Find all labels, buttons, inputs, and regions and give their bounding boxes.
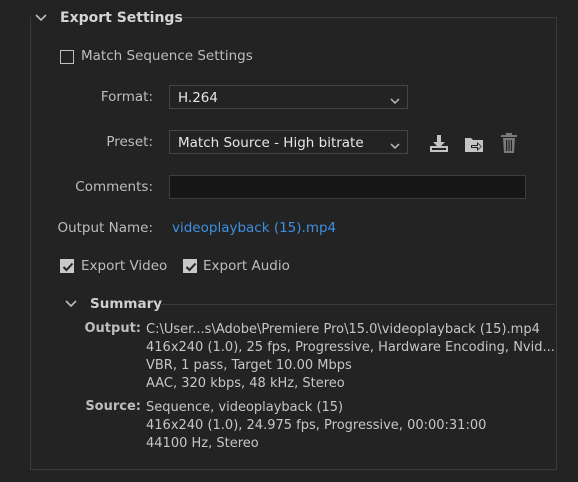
preset-dropdown[interactable]: Match Source - High bitrate (169, 130, 408, 154)
summary-source-line: 416x240 (1.0), 24.975 fps, Progressive, … (146, 418, 487, 433)
summary-divider (160, 304, 555, 305)
summary-output-line: AAC, 320 kbps, 48 kHz, Stereo (146, 376, 345, 391)
header-divider (170, 17, 556, 18)
download-tray-icon[interactable] (428, 132, 450, 154)
trash-icon[interactable] (498, 132, 520, 154)
summary-source-line: Sequence, videoplayback (15) (146, 400, 344, 415)
comments-input[interactable] (169, 175, 526, 199)
summary-collapse-chevron-icon[interactable] (64, 297, 78, 311)
export-audio-label: Export Audio (203, 258, 290, 274)
summary-source-label: Source: (85, 399, 141, 414)
preset-value: Match Source - High bitrate (178, 135, 364, 151)
summary-output-label: Output: (84, 321, 142, 336)
preset-label: Preset: (106, 134, 153, 150)
summary-output-line: C:\User...s\Adobe\Premiere Pro\15.0\vide… (146, 322, 540, 337)
summary-source-line: 44100 Hz, Stereo (146, 436, 259, 451)
chevron-down-icon (389, 137, 401, 156)
summary-output-block: C:\User...s\Adobe\Premiere Pro\15.0\vide… (146, 321, 555, 393)
chevron-down-icon (389, 92, 401, 111)
comments-label: Comments: (75, 179, 153, 195)
format-value: H.264 (178, 90, 218, 106)
match-sequence-checkbox[interactable] (60, 50, 74, 64)
summary-output-line: 416x240 (1.0), 25 fps, Progressive, Hard… (146, 340, 555, 355)
summary-source-block: Sequence, videoplayback (15) 416x240 (1.… (146, 399, 486, 453)
section-title: Export Settings (60, 10, 183, 26)
export-video-checkbox[interactable] (60, 259, 74, 273)
output-name-link[interactable]: videoplayback (15).mp4 (172, 220, 336, 236)
summary-output-line: VBR, 1 pass, Target 10.00 Mbps (146, 358, 352, 373)
export-video-label: Export Video (81, 258, 168, 274)
collapse-chevron-icon[interactable] (34, 11, 48, 25)
format-label: Format: (100, 89, 153, 105)
export-audio-checkbox[interactable] (183, 259, 197, 273)
folder-arrow-icon[interactable] (463, 132, 485, 154)
output-name-label: Output Name: (57, 220, 153, 236)
match-sequence-label: Match Sequence Settings (81, 48, 253, 64)
summary-title: Summary (90, 296, 163, 312)
format-dropdown[interactable]: H.264 (169, 85, 408, 109)
